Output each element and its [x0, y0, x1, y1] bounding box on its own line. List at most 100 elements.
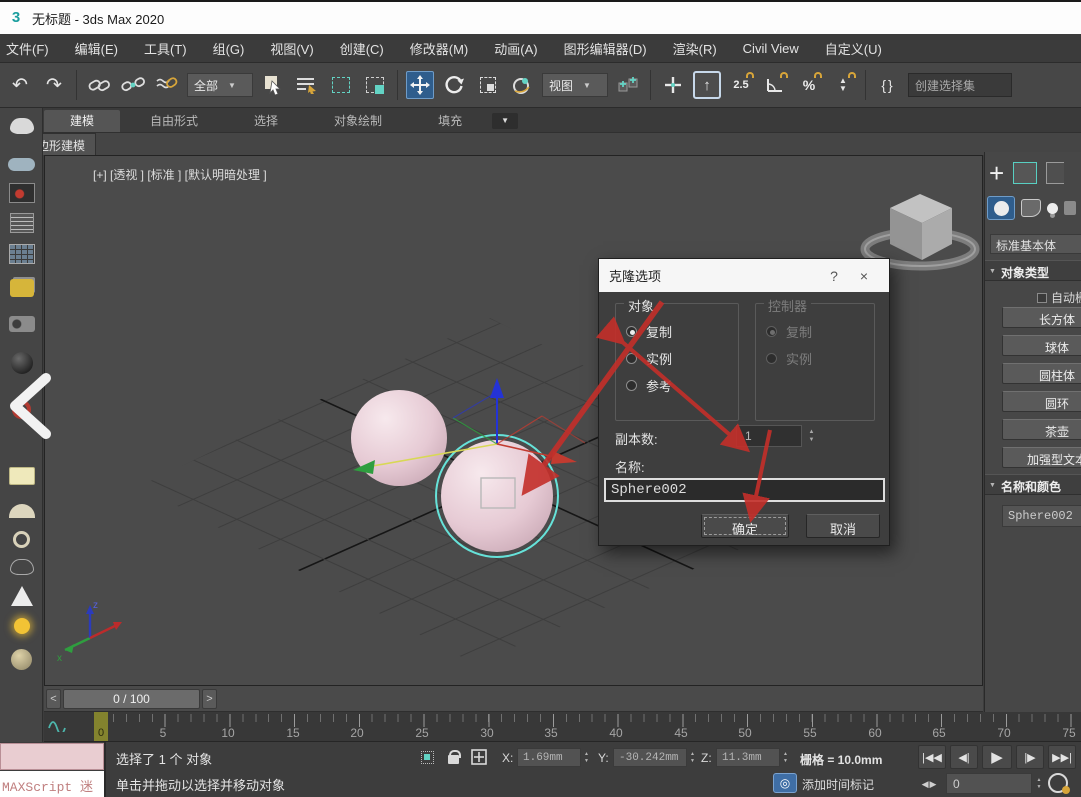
snap-toggle-icon[interactable]: ↑: [693, 71, 721, 99]
menu-tools[interactable]: 工具(T): [144, 39, 187, 58]
ring-sphere-icon[interactable]: [8, 526, 35, 552]
current-frame-marker[interactable]: 0: [94, 712, 108, 741]
select-by-name-icon[interactable]: [293, 71, 321, 99]
copies-field[interactable]: 1: [736, 425, 802, 447]
menu-modifiers[interactable]: 修改器(M): [410, 39, 469, 58]
maxscript-mini-listener[interactable]: MAXScript 迷: [0, 742, 106, 797]
current-frame-field[interactable]: 0: [946, 773, 1032, 794]
y-coordinate-field[interactable]: -30.242mm: [613, 748, 687, 767]
named-selection-set-field[interactable]: 创建选择集: [908, 73, 1012, 97]
go-to-start-icon[interactable]: |◀◀: [918, 745, 946, 769]
select-and-rotate-icon[interactable]: [440, 71, 468, 99]
camera-icon[interactable]: [8, 311, 35, 337]
listener-macro-row[interactable]: [0, 743, 104, 770]
cone-icon[interactable]: [8, 583, 35, 609]
menu-rendering[interactable]: 渲染(R): [673, 39, 717, 58]
link-icon[interactable]: [85, 71, 113, 99]
previous-frame-arrow-icon[interactable]: <: [46, 689, 61, 709]
sun-icon[interactable]: [8, 613, 35, 639]
teapot-wireframe-icon[interactable]: [8, 554, 35, 580]
radio-reference[interactable]: 参考: [626, 376, 672, 395]
select-and-scale-icon[interactable]: [474, 71, 502, 99]
redo-icon[interactable]: ↷: [40, 71, 68, 99]
bind-to-space-warp-icon[interactable]: [153, 71, 181, 99]
torus-button[interactable]: 圆环: [1002, 391, 1081, 412]
window-crossing-icon[interactable]: [361, 71, 389, 99]
use-pivot-point-center-icon[interactable]: [614, 71, 642, 99]
lock-selection-icon[interactable]: [444, 749, 462, 765]
ribbon-config-dropdown-icon[interactable]: ▼: [492, 113, 518, 129]
dome-icon[interactable]: [8, 498, 35, 524]
cylinder-button[interactable]: 圆柱体: [1002, 363, 1081, 384]
transform-gizmo-icon[interactable]: [470, 749, 488, 765]
time-configuration-icon[interactable]: [1048, 773, 1068, 793]
object-name-field[interactable]: Sphere002: [1002, 505, 1081, 527]
motion-coil-icon[interactable]: [8, 396, 35, 422]
geosphere-icon[interactable]: [8, 646, 35, 672]
viewport-label[interactable]: [+] [透视 ] [标准 ] [默认明暗处理 ]: [93, 166, 267, 183]
edit-named-selection-sets-icon[interactable]: {}: [874, 71, 902, 99]
cancel-button[interactable]: 取消: [806, 514, 880, 538]
z-spinner[interactable]: ▲▼: [781, 748, 790, 767]
angle-snap-icon[interactable]: [761, 71, 789, 99]
clone-name-input[interactable]: Sphere002: [604, 478, 885, 502]
x-coordinate-field[interactable]: 1.69mm: [517, 748, 581, 767]
undo-icon[interactable]: ↶: [6, 71, 34, 99]
spreadsheet-icon[interactable]: [8, 241, 35, 267]
spinner-snap-icon[interactable]: ▲▼: [829, 71, 857, 99]
layer-explorer-icon[interactable]: [8, 275, 35, 301]
select-and-move-icon[interactable]: [406, 71, 434, 99]
dialog-help-icon[interactable]: ?: [819, 268, 849, 284]
scene-explorer-icon[interactable]: [8, 210, 35, 236]
modify-tab-icon[interactable]: [1013, 162, 1037, 184]
menu-views[interactable]: 视图(V): [270, 39, 313, 58]
key-mode-toggle-icon[interactable]: ◀▶: [918, 774, 940, 794]
menu-civil-view[interactable]: Civil View: [743, 41, 799, 56]
selection-filter-dropdown[interactable]: 全部 ▼: [187, 73, 253, 97]
menu-customize[interactable]: 自定义(U): [825, 39, 882, 58]
radio-copy[interactable]: 复制: [626, 322, 672, 341]
menu-animation[interactable]: 动画(A): [494, 39, 537, 58]
isolate-toggle-icon[interactable]: ◎: [773, 773, 797, 793]
rendered-frame-icon[interactable]: [8, 180, 35, 206]
ribbon-tab-freeform[interactable]: 自由形式: [124, 110, 224, 132]
menu-graph-editors[interactable]: 图形编辑器(D): [564, 39, 647, 58]
ribbon-tab-selection[interactable]: 选择: [228, 110, 304, 132]
menu-group[interactable]: 组(G): [213, 39, 245, 58]
dialog-title-bar[interactable]: 克隆选项 ? ×: [599, 259, 889, 292]
snap-toggle-3d-icon[interactable]: [659, 71, 687, 99]
geometry-category-icon[interactable]: [987, 196, 1015, 220]
frame-spinner[interactable]: ▲▼: [1034, 773, 1044, 794]
go-to-end-icon[interactable]: ▶▶|: [1048, 745, 1076, 769]
next-frame-icon[interactable]: |▶: [1016, 745, 1044, 769]
mini-curve-editor-icon[interactable]: [48, 718, 68, 732]
select-object-icon[interactable]: [259, 71, 287, 99]
previous-frame-icon[interactable]: ◀|: [950, 745, 978, 769]
next-frame-arrow-icon[interactable]: >: [202, 689, 217, 709]
selection-region-icon[interactable]: [418, 749, 436, 765]
reference-coordinate-dropdown[interactable]: 视图 ▼: [542, 73, 608, 97]
shapes-category-icon[interactable]: [1021, 199, 1041, 217]
ribbon-tab-populate[interactable]: 填充: [412, 110, 488, 132]
menu-edit[interactable]: 编辑(E): [75, 39, 118, 58]
cloud-icon[interactable]: [8, 151, 35, 177]
teapot-button[interactable]: 茶壶: [1002, 419, 1081, 440]
select-and-manipulate-icon[interactable]: [508, 71, 536, 99]
dialog-close-icon[interactable]: ×: [849, 268, 879, 284]
add-time-tag[interactable]: 添加时间标记: [802, 776, 874, 793]
percent-snap-icon[interactable]: %: [795, 71, 823, 99]
primitive-category-dropdown[interactable]: 标准基本体: [990, 234, 1081, 254]
play-icon[interactable]: ▶: [982, 745, 1012, 769]
lights-category-icon[interactable]: [1047, 203, 1058, 214]
radio-instance[interactable]: 实例: [626, 349, 672, 368]
ribbon-tab-object-paint[interactable]: 对象绘制: [308, 110, 408, 132]
unlink-icon[interactable]: [119, 71, 147, 99]
copies-spinner[interactable]: ▲▼: [805, 425, 818, 447]
plane-icon[interactable]: [8, 463, 35, 489]
menu-create[interactable]: 创建(C): [340, 39, 384, 58]
cameras-category-icon[interactable]: [1064, 201, 1076, 215]
create-tab-icon[interactable]: +: [989, 160, 1004, 186]
menu-file[interactable]: 文件(F): [6, 39, 49, 58]
ok-button[interactable]: 确定: [701, 514, 789, 538]
listener-script-row[interactable]: MAXScript 迷: [0, 771, 104, 797]
